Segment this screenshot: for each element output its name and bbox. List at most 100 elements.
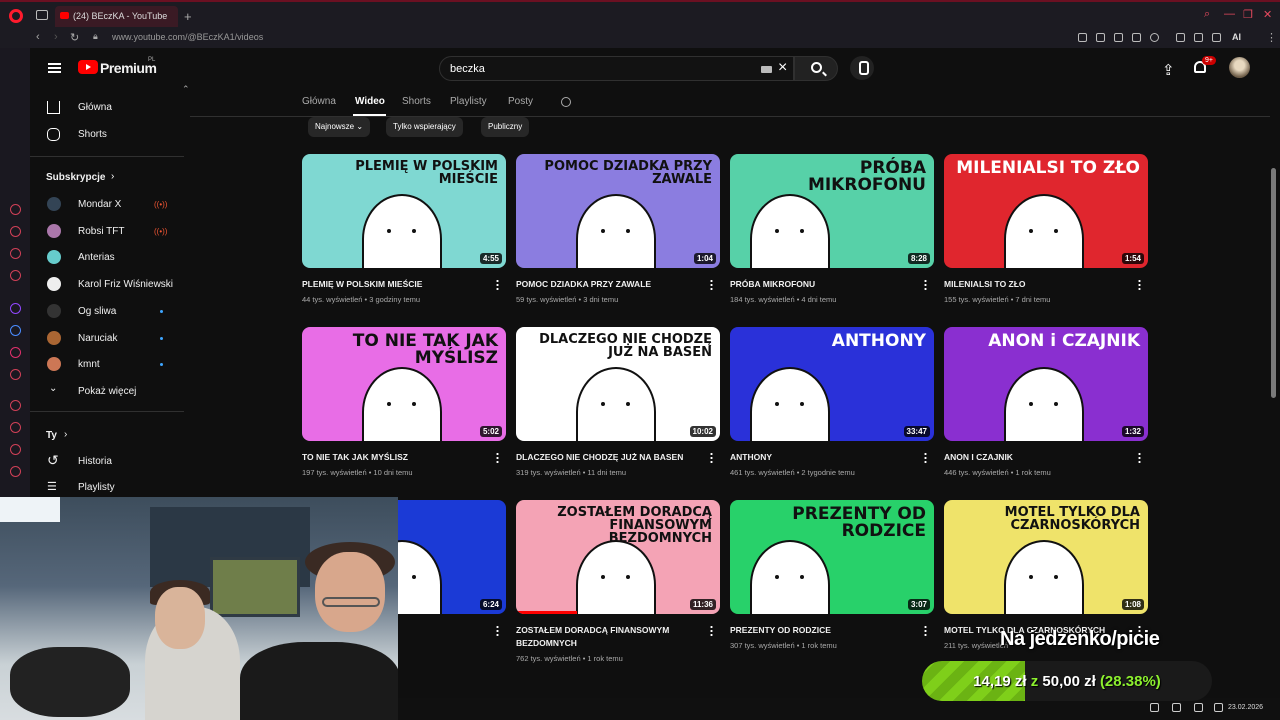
video-card[interactable]: PREZENTY OD RODZICE 3:07 PREZENTY OD RODZI…	[730, 500, 934, 670]
extension-icon[interactable]	[1096, 33, 1105, 42]
video-thumbnail[interactable]: TO NIE TAK JAK MYŚLISZ 5:02	[302, 327, 506, 441]
close-window-icon[interactable]: ✕	[1263, 8, 1272, 21]
video-thumbnail[interactable]: ZOSTAŁEM DORADCĄ FINANSOWYM BEZDOMNYCH 11…	[516, 500, 720, 614]
camera-icon[interactable]	[1114, 33, 1123, 42]
opera-logo-icon[interactable]	[9, 9, 23, 23]
video-menu-icon[interactable]	[710, 279, 713, 290]
dock-messenger-icon[interactable]	[10, 325, 21, 336]
subscription-item[interactable]: kmnt	[78, 359, 100, 370]
sidebar-item-playlists[interactable]: Playlisty	[78, 482, 115, 493]
dock-wallet-icon[interactable]	[10, 248, 21, 259]
video-thumbnail[interactable]: POMOC DZIADKA PRZY ZAWALE 1:04	[516, 154, 720, 268]
dock-bulb-icon[interactable]	[10, 444, 21, 455]
video-title[interactable]: MILENIALSI TO ZŁO	[944, 278, 1129, 291]
tray-monitor-icon[interactable]	[1194, 703, 1203, 712]
back-icon[interactable]: ‹	[36, 31, 40, 43]
tab-home[interactable]: Główna	[302, 96, 336, 107]
chevron-right-icon[interactable]: ›	[111, 171, 114, 182]
video-title[interactable]: TO NIE TAK JAK MYŚLISZ	[302, 451, 487, 464]
subscriptions-heading[interactable]: Subskrypcje	[46, 172, 105, 183]
url-field[interactable]: www.youtube.com/@BEczKA1/videos	[112, 32, 263, 42]
hamburger-menu-icon[interactable]	[48, 63, 61, 73]
new-tab-button[interactable]: +	[184, 9, 192, 24]
video-title[interactable]: PLEMIĘ W POLSKIM MIEŚCIE	[302, 278, 487, 291]
maximize-icon[interactable]: ❐	[1243, 8, 1253, 21]
minimize-icon[interactable]: —	[1224, 8, 1235, 20]
subscription-item[interactable]: Naruciak	[78, 333, 117, 344]
dock-feed-icon[interactable]	[10, 270, 21, 281]
tab-videos[interactable]: Wideo	[355, 96, 385, 107]
create-upload-icon[interactable]: ⇪	[1162, 61, 1175, 79]
video-card[interactable]: PRÓBA MIKROFONU 8:28 PRÓBA MIKROFONU 184 ty…	[730, 154, 934, 324]
dock-history-icon[interactable]	[10, 204, 21, 215]
dock-player-icon[interactable]	[10, 400, 21, 411]
search-tabs-icon[interactable]: ⌕	[1204, 8, 1210, 21]
video-menu-icon[interactable]	[496, 279, 499, 290]
tray-volume-icon[interactable]	[1214, 703, 1223, 712]
video-menu-icon[interactable]	[1138, 452, 1141, 463]
tab-playlists[interactable]: Playlisty	[450, 96, 487, 107]
video-thumbnail[interactable]: ANON i CZAJNIK 1:32	[944, 327, 1148, 441]
video-title[interactable]: PRÓBA MIKROFONU	[730, 278, 915, 291]
video-menu-icon[interactable]	[710, 625, 713, 636]
search-input[interactable]: beczka ×	[439, 56, 794, 81]
account-avatar[interactable]	[1229, 57, 1250, 78]
video-thumbnail[interactable]: MILENIALSI TO ZŁO 1:54	[944, 154, 1148, 268]
tab-shorts[interactable]: Shorts	[402, 96, 431, 107]
video-title[interactable]: PREZENTY OD RODZICE	[730, 624, 915, 637]
dock-bag-icon[interactable]	[10, 226, 21, 237]
puzzle-icon[interactable]	[1176, 33, 1185, 42]
download-icon[interactable]	[1212, 33, 1221, 42]
sidebar-collapse-icon[interactable]: ⌃	[182, 84, 190, 95]
video-menu-icon[interactable]	[496, 625, 499, 636]
you-heading[interactable]: Ty	[46, 430, 57, 441]
video-thumbnail[interactable]: ANTHONY 33:47	[730, 327, 934, 441]
menu-dots-icon[interactable]: ⋮	[1266, 31, 1277, 44]
video-card[interactable]: TO NIE TAK JAK MYŚLISZ 5:02 TO NIE TAK JAK…	[302, 327, 506, 497]
dock-clock-icon[interactable]	[10, 422, 21, 433]
sidebar-item-history[interactable]: Historia	[78, 456, 112, 467]
player-icon[interactable]	[1132, 33, 1141, 42]
video-thumbnail[interactable]: PRÓBA MIKROFONU 8:28	[730, 154, 934, 268]
video-menu-icon[interactable]	[924, 452, 927, 463]
sidebar-item-shorts[interactable]: Shorts	[78, 129, 107, 140]
scrollbar[interactable]	[1271, 168, 1276, 398]
keyboard-icon[interactable]	[761, 66, 772, 73]
clear-search-icon[interactable]: ×	[778, 59, 787, 77]
video-thumbnail[interactable]: DLACZEGO NIE CHODZĘ JUŻ NA BASEN 10:02	[516, 327, 720, 441]
dock-settings-icon[interactable]	[10, 466, 21, 477]
search-button[interactable]	[794, 56, 838, 81]
video-thumbnail[interactable]: PLEMIĘ W POLSKIM MIEŚCIE 4:55	[302, 154, 506, 268]
ai-button[interactable]: AI	[1232, 32, 1241, 42]
video-menu-icon[interactable]	[924, 625, 927, 636]
dock-twitch-icon[interactable]	[10, 303, 21, 314]
video-title[interactable]: POMOC DZIADKA PRZY ZAWALE	[516, 278, 701, 291]
video-thumbnail[interactable]: PREZENTY OD RODZICE 3:07	[730, 500, 934, 614]
tray-chevron-icon[interactable]	[1150, 703, 1159, 712]
dock-instagram-icon[interactable]	[10, 347, 21, 358]
forward-icon[interactable]: ›	[54, 31, 58, 43]
video-card[interactable]: PLEMIĘ W POLSKIM MIEŚCIE 4:55 PLEMIĘ W POL…	[302, 154, 506, 324]
video-card[interactable]: ANTHONY 33:47 ANTHONY 461 tys. wyświetleń •…	[730, 327, 934, 497]
video-card[interactable]: ZOSTAŁEM DORADCĄ FINANSOWYM BEZDOMNYCH 11…	[516, 500, 720, 670]
video-thumbnail[interactable]: MOTEL TYLKO DLA CZARNOSKÓRYCH 1:08	[944, 500, 1148, 614]
filter-public-chip[interactable]: Publiczny	[481, 117, 530, 137]
heart-icon[interactable]	[1150, 33, 1159, 42]
video-menu-icon[interactable]	[1138, 279, 1141, 290]
video-menu-icon[interactable]	[496, 452, 499, 463]
tab-posts[interactable]: Posty	[508, 96, 533, 107]
video-card[interactable]: POMOC DZIADKA PRZY ZAWALE 1:04 POMOC DZIAD…	[516, 154, 720, 324]
tray-network-icon[interactable]	[1172, 703, 1181, 712]
video-title[interactable]: ZOSTAŁEM DORADCĄ FINANSOWYM BEZDOMNYCH	[516, 624, 701, 650]
voice-search-icon[interactable]	[850, 56, 874, 80]
youtube-logo-icon[interactable]	[78, 60, 98, 74]
dock-tiktok-icon[interactable]	[10, 369, 21, 380]
video-menu-icon[interactable]	[924, 279, 927, 290]
sidebar-item-home[interactable]: Główna	[78, 102, 112, 113]
video-card[interactable]: ANON i CZAJNIK 1:32 ANON I CZAJNIK 446 tys.…	[944, 327, 1148, 497]
subscription-item[interactable]: Robsi TFT	[78, 226, 125, 237]
tab-overview-icon[interactable]	[36, 10, 48, 20]
show-more-button[interactable]: Pokaż więcej	[78, 386, 136, 397]
video-title[interactable]: ANTHONY	[730, 451, 915, 464]
chevron-right-icon[interactable]: ›	[64, 429, 67, 440]
